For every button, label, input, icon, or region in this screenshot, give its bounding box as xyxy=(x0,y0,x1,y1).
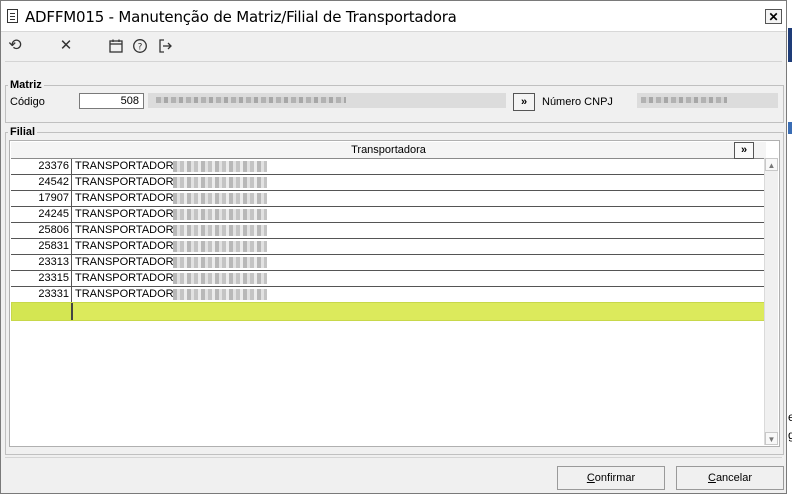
background-window-edge xyxy=(788,28,792,62)
table-row[interactable]: 17907 TRANSPORTADORA xyxy=(11,191,766,207)
confirm-button[interactable]: Confirmar xyxy=(557,466,665,490)
row-code: 17907 xyxy=(11,191,72,206)
redacted-text xyxy=(173,209,267,220)
transportadora-grid: Transportadora » 23376 TRANSPORTADORA 24… xyxy=(9,140,780,447)
cnpj-field[interactable] xyxy=(637,93,778,108)
table-row[interactable]: 23376 TRANSPORTADORA xyxy=(11,159,766,175)
svg-text:?: ? xyxy=(138,43,143,53)
row-code: 24245 xyxy=(11,207,72,222)
row-name: TRANSPORTADORA xyxy=(75,160,181,172)
row-code: 23313 xyxy=(11,255,72,270)
table-row[interactable]: 23313 TRANSPORTADORA xyxy=(11,255,766,271)
table-row[interactable]: 24245 TRANSPORTADORA xyxy=(11,207,766,223)
footer-separator xyxy=(5,457,782,458)
main-window: ADFFM015 - Manutenção de Matriz/Filial d… xyxy=(0,0,787,494)
cancel-button[interactable]: Cancelar xyxy=(676,466,784,490)
filial-legend: Filial xyxy=(8,126,38,138)
cancel-label-rest: ancelar xyxy=(715,472,753,484)
background-text: g xyxy=(788,428,792,442)
codigo-input[interactable]: 508 xyxy=(79,93,144,109)
row-name: TRANSPORTADORA xyxy=(75,192,181,204)
matriz-legend: Matriz xyxy=(8,79,44,91)
row-code: 25831 xyxy=(11,239,72,254)
row-code: 23376 xyxy=(11,159,72,174)
column-header-transportadora[interactable]: Transportadora xyxy=(351,144,426,156)
document-icon xyxy=(7,9,18,23)
background-text: e xyxy=(788,410,792,424)
close-button[interactable]: ✕ xyxy=(765,9,782,24)
toolbar-separator xyxy=(5,61,782,62)
window-title: ADFFM015 - Manutenção de Matriz/Filial d… xyxy=(25,8,457,26)
background-window-edge xyxy=(788,122,792,134)
new-row-code-cell[interactable] xyxy=(12,303,73,320)
table-row[interactable]: 23315 TRANSPORTADORA xyxy=(11,271,766,287)
confirm-label-accel: C xyxy=(586,472,595,484)
cancel-label-accel: C xyxy=(707,472,716,484)
row-name: TRANSPORTADORA xyxy=(75,256,181,268)
redacted-text xyxy=(173,161,267,172)
row-name: TRANSPORTADORA xyxy=(75,224,181,236)
confirm-label-rest: onfirmar xyxy=(594,472,636,484)
redacted-text xyxy=(173,241,267,252)
grid-scrollbar[interactable]: ▲ ▼ xyxy=(764,158,778,445)
cancel-icon[interactable]: ✕ xyxy=(56,36,76,56)
cnpj-label: Número CNPJ xyxy=(542,96,613,108)
row-code: 25806 xyxy=(11,223,72,238)
toolbar: ⟲ ✕ ? xyxy=(1,32,786,61)
table-row[interactable]: 24542 TRANSPORTADORA xyxy=(11,175,766,191)
row-name: TRANSPORTADORA xyxy=(75,176,181,188)
row-code: 23331 xyxy=(11,287,72,302)
redacted-text xyxy=(173,257,267,268)
table-row[interactable]: 25831 TRANSPORTADORA xyxy=(11,239,766,255)
grid-header: Transportadora » xyxy=(11,142,766,159)
redacted-text xyxy=(173,193,267,204)
row-name: TRANSPORTADORA xyxy=(75,208,181,220)
help-icon[interactable]: ? xyxy=(130,36,150,56)
scroll-up-icon[interactable]: ▲ xyxy=(765,158,778,171)
row-code: 23315 xyxy=(11,271,72,286)
table-row[interactable]: 25806 TRANSPORTADORA xyxy=(11,223,766,239)
transportadora-name-field[interactable] xyxy=(148,93,506,108)
table-row[interactable]: 23331 TRANSPORTADORA xyxy=(11,287,766,303)
new-row-input[interactable] xyxy=(11,302,766,321)
redacted-text xyxy=(173,225,267,236)
row-name: TRANSPORTADORA xyxy=(75,288,181,300)
title-bar: ADFFM015 - Manutenção de Matriz/Filial d… xyxy=(1,1,786,32)
row-code: 24542 xyxy=(11,175,72,190)
redacted-text xyxy=(173,273,267,284)
redacted-text xyxy=(173,177,267,188)
redacted-text xyxy=(173,289,267,300)
row-name: TRANSPORTADORA xyxy=(75,272,181,284)
exit-icon[interactable] xyxy=(155,36,175,56)
row-name: TRANSPORTADORA xyxy=(75,240,181,252)
lookup-button[interactable]: » xyxy=(513,93,535,111)
scroll-down-icon[interactable]: ▼ xyxy=(765,432,778,445)
codigo-label: Código xyxy=(10,96,45,108)
header-expand-button[interactable]: » xyxy=(734,142,754,159)
calendar-icon[interactable] xyxy=(106,36,126,56)
undo-icon[interactable]: ⟲ xyxy=(5,36,25,56)
